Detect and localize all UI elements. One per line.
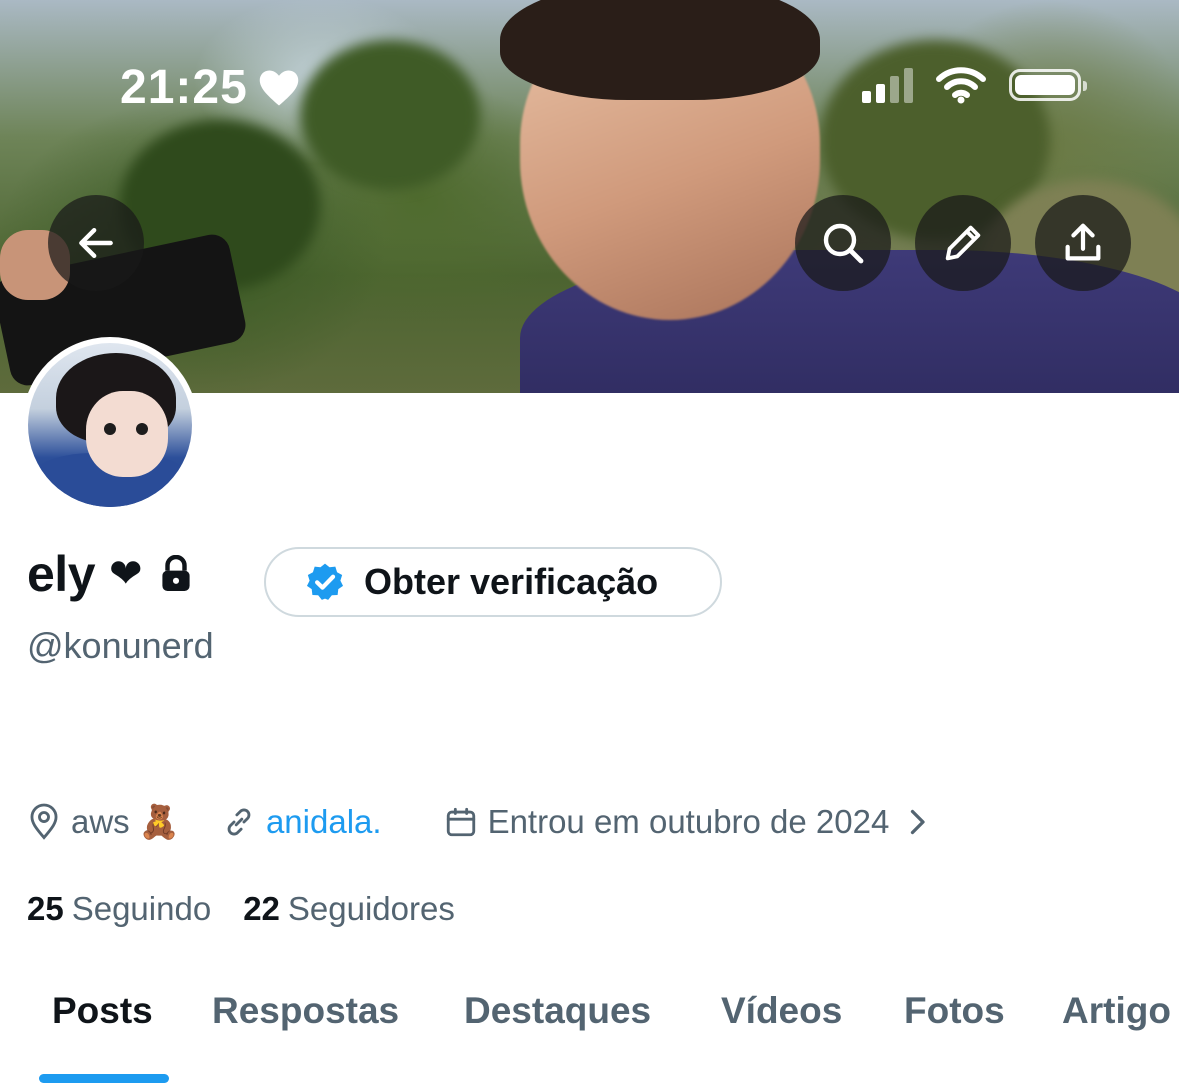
tab-videos[interactable]: Vídeos — [721, 990, 842, 1032]
profile-banner[interactable] — [0, 0, 1179, 393]
profile-meta: aws 🧸 anidala. Entrou em outubro de 2024 — [27, 800, 929, 844]
wifi-icon — [936, 67, 986, 104]
profile-name: ely — [27, 546, 96, 602]
location-text: aws 🧸 — [71, 802, 180, 840]
chevron-right-icon — [911, 809, 926, 835]
join-date[interactable]: Entrou em outubro de 2024 — [444, 803, 930, 841]
status-time-text: 21:25 — [120, 61, 248, 114]
name-heart-emoji: ❤ — [109, 552, 143, 596]
followers-link[interactable]: 22 Seguidores — [243, 890, 455, 928]
calendar-icon — [446, 807, 475, 837]
tab-replies[interactable]: Respostas — [212, 990, 399, 1032]
tab-highlights[interactable]: Destaques — [464, 990, 651, 1032]
search-button[interactable] — [795, 195, 891, 291]
battery-icon — [1009, 69, 1087, 101]
location: aws 🧸 — [27, 803, 180, 842]
join-date-text: Entrou em outubro de 2024 — [487, 803, 890, 840]
website[interactable]: anidala. — [222, 803, 382, 841]
lock-icon — [159, 555, 193, 593]
followers-label: Seguidores — [287, 890, 455, 927]
website-link[interactable]: anidala. — [266, 803, 382, 841]
status-time: 21:25 — [120, 60, 300, 115]
avatar[interactable] — [22, 337, 198, 513]
follow-counts: 25 Seguindo 22 Seguidores — [27, 890, 455, 928]
share-icon — [1065, 223, 1101, 261]
following-count: 25 — [27, 890, 64, 927]
profile-handle: @konunerd — [27, 625, 214, 666]
search-icon — [823, 223, 864, 264]
following-label: Seguindo — [71, 890, 212, 927]
active-tab-indicator — [39, 1074, 169, 1083]
cellular-signal-icon — [862, 67, 913, 103]
avatar-photo — [28, 343, 192, 507]
followers-count: 22 — [243, 890, 280, 927]
following-link[interactable]: 25 Seguindo — [27, 890, 211, 928]
back-arrow-icon — [79, 227, 113, 259]
tab-posts[interactable]: Posts — [52, 990, 153, 1032]
location-pin-icon — [30, 803, 58, 840]
profile-name-row: ely ❤ — [27, 545, 193, 603]
get-verified-button[interactable]: Obter verificação — [264, 547, 722, 617]
tab-photos[interactable]: Fotos — [904, 990, 1005, 1032]
edit-button[interactable] — [915, 195, 1011, 291]
get-verified-label: Obter verificação — [364, 561, 659, 602]
share-button[interactable] — [1035, 195, 1131, 291]
tab-articles[interactable]: Artigo — [1062, 990, 1171, 1032]
link-icon — [227, 808, 251, 836]
status-indicators — [862, 66, 1087, 104]
profile-tabs: Posts Respostas Destaques Vídeos Fotos A… — [0, 990, 1179, 1083]
banner-hair — [500, 0, 820, 100]
banner-foliage — [300, 40, 480, 190]
pencil-icon — [945, 225, 981, 261]
back-button[interactable] — [48, 195, 144, 291]
verified-badge-icon — [306, 563, 344, 600]
heart-icon — [259, 70, 299, 105]
